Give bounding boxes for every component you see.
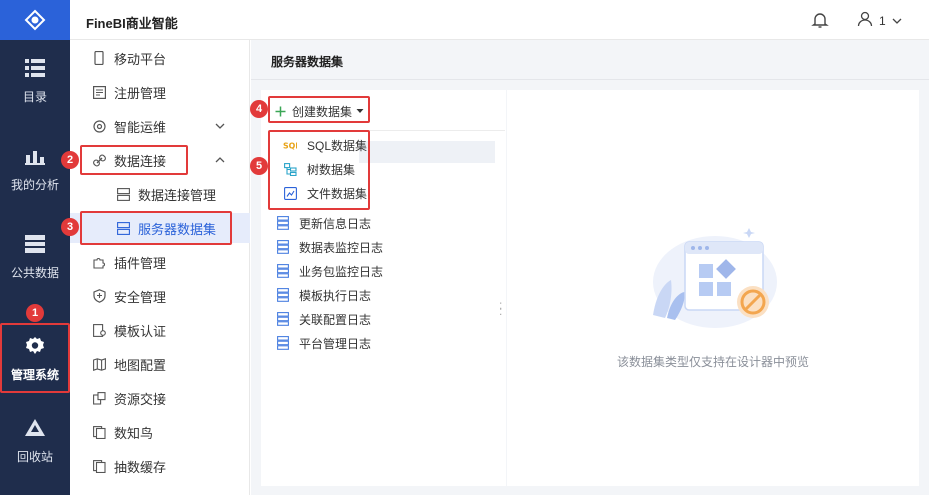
nav-item-plugin[interactable]: 插件管理 <box>70 247 250 277</box>
rail-item-catalog[interactable]: 目录 <box>0 40 70 120</box>
nav-label: 模板认证 <box>114 323 167 339</box>
user-label: 1 <box>879 13 886 28</box>
nav-item-handover[interactable]: 资源交接 <box>70 383 250 413</box>
log-icon <box>277 288 289 302</box>
recycle-icon <box>23 416 47 440</box>
annotation-box-5 <box>268 130 370 210</box>
log-label: 业务包监控日志 <box>299 264 384 279</box>
top-header: FineBI商业智能 1 <box>70 0 929 40</box>
preview-panel: 该数据集类型仅支持在设计器中预览 <box>507 90 919 486</box>
bell-icon[interactable] <box>811 11 829 29</box>
log-icon <box>277 216 289 230</box>
log-label: 更新信息日志 <box>299 216 372 231</box>
nav-item-bird[interactable]: 数知鸟 <box>70 417 250 447</box>
nav-label: 安全管理 <box>114 289 167 305</box>
rail-item-public-data[interactable]: 公共数据 <box>0 216 70 296</box>
handover-icon <box>92 391 106 405</box>
nav-item-ops[interactable]: 智能运维 <box>70 111 250 141</box>
nav-item-register[interactable]: 注册管理 <box>70 77 250 107</box>
log-item[interactable]: 模板执行日志 <box>277 285 371 305</box>
log-icon <box>277 312 289 326</box>
mobile-icon <box>92 51 106 65</box>
nav-label: 注册管理 <box>114 85 167 101</box>
nav-label: 抽数缓存 <box>114 459 167 475</box>
annotation-badge-5: 5 <box>250 157 268 175</box>
rail-label: 我的分析 <box>10 177 59 192</box>
nav-label: 移动平台 <box>114 51 167 67</box>
resize-handle-icon[interactable]: :: <box>499 299 502 317</box>
cache-icon <box>92 459 106 473</box>
plugin-icon <box>92 255 106 269</box>
annotation-box-3 <box>80 211 232 245</box>
nav-item-cache[interactable]: 抽数缓存 <box>70 451 250 481</box>
annotation-box-2 <box>80 145 188 175</box>
user-icon <box>857 11 873 30</box>
annotation-badge-4: 4 <box>250 100 268 118</box>
log-icon <box>277 336 289 350</box>
analysis-icon <box>23 144 47 168</box>
log-label: 平台管理日志 <box>299 336 372 351</box>
rail-item-recycle[interactable]: 回收站 <box>0 400 70 480</box>
left-rail: 目录 我的分析 公共数据 管理系统 回收站 <box>0 0 70 495</box>
nav-label: 插件管理 <box>114 255 167 271</box>
log-item[interactable]: 数据表监控日志 <box>277 237 383 257</box>
nav-item-connection-manage[interactable]: 数据连接管理 <box>70 179 250 209</box>
chevron-down-icon <box>892 14 902 28</box>
certificate-icon <box>92 323 106 337</box>
logo-icon[interactable] <box>0 0 70 40</box>
annotation-box-4 <box>268 96 370 123</box>
annotation-badge-2: 2 <box>61 151 79 169</box>
ops-icon <box>92 119 106 133</box>
nav-label: 数据连接管理 <box>138 187 217 203</box>
title-divider <box>251 79 929 80</box>
map-icon <box>92 357 106 371</box>
annotation-badge-3: 3 <box>61 218 79 236</box>
log-label: 模板执行日志 <box>299 288 372 303</box>
register-icon <box>92 85 106 99</box>
nav-item-mobile[interactable]: 移动平台 <box>70 43 250 73</box>
empty-state-illustration <box>653 228 777 328</box>
catalog-icon <box>23 56 47 80</box>
log-label: 数据表监控日志 <box>299 240 384 255</box>
user-menu[interactable]: 1 <box>857 11 902 30</box>
nav-item-security[interactable]: 安全管理 <box>70 281 250 311</box>
nav-label: 智能运维 <box>114 119 167 135</box>
log-item[interactable]: 更新信息日志 <box>277 213 371 233</box>
public-data-icon <box>23 232 47 256</box>
log-item[interactable]: 业务包监控日志 <box>277 261 383 281</box>
page-title: 服务器数据集 <box>271 55 344 69</box>
rail-label: 目录 <box>22 89 47 104</box>
rail-label: 公共数据 <box>10 265 59 280</box>
log-icon <box>277 240 289 254</box>
log-label: 关联配置日志 <box>299 312 372 327</box>
chevron-down-icon <box>214 120 226 132</box>
nav-item-map-config[interactable]: 地图配置 <box>70 349 250 379</box>
log-item[interactable]: 关联配置日志 <box>277 309 371 329</box>
nav-label: 数知鸟 <box>114 425 154 441</box>
rail-item-analysis[interactable]: 我的分析 <box>0 128 70 208</box>
nav-label: 资源交接 <box>114 391 167 407</box>
rail-label: 回收站 <box>16 449 53 464</box>
admin-nav: 移动平台 注册管理 智能运维 数据连接 数据连接管理 服务器数据集 插件管理 安… <box>70 40 250 495</box>
annotation-badge-1: 1 <box>26 304 44 322</box>
server-icon <box>116 187 130 201</box>
log-item[interactable]: 平台管理日志 <box>277 333 371 353</box>
nav-label: 地图配置 <box>114 357 167 373</box>
chevron-up-icon <box>214 154 226 166</box>
app-title: FineBI商业智能 <box>86 16 178 31</box>
shield-icon <box>92 289 106 303</box>
bird-icon <box>92 425 106 439</box>
annotation-box-1 <box>0 323 70 393</box>
nav-item-template-cert[interactable]: 模板认证 <box>70 315 250 345</box>
tree-row-highlight <box>359 141 495 163</box>
log-icon <box>277 264 289 278</box>
empty-state-text: 该数据集类型仅支持在设计器中预览 <box>616 355 809 369</box>
